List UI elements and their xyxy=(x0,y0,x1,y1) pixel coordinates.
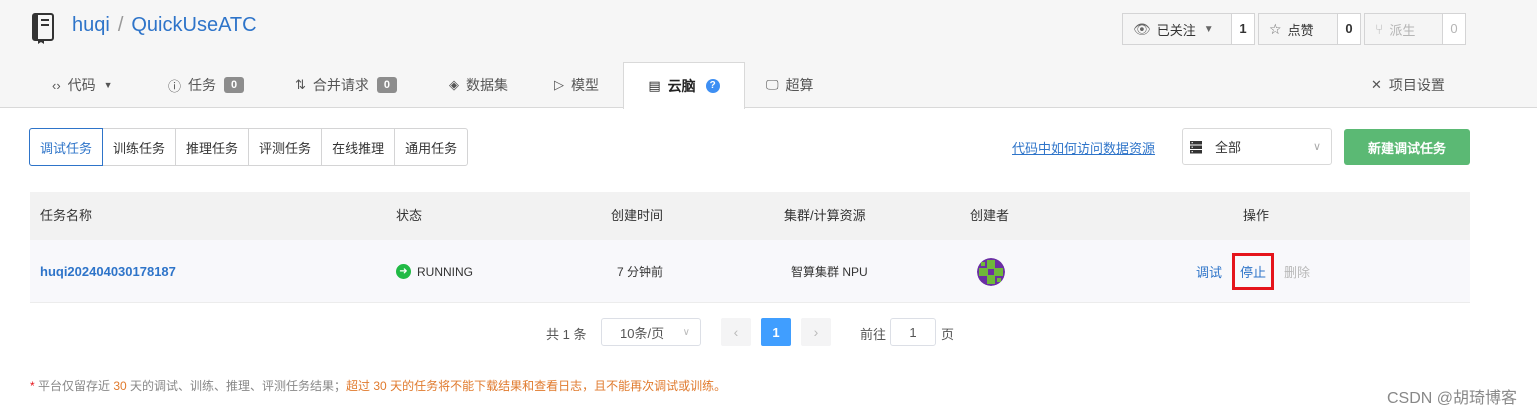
column-header-resource: 集群/计算资源 xyxy=(784,208,866,223)
task-type-evaluate[interactable]: 评测任务 xyxy=(249,129,323,165)
tab-issues[interactable]: ⓘ 任务 0 xyxy=(168,62,245,108)
star-count[interactable]: 0 xyxy=(1338,14,1360,44)
code-icon: ‹› xyxy=(52,77,61,93)
notice-text-1: 平台仅留存近 xyxy=(34,379,114,393)
tab-models[interactable]: ▷ 模型 xyxy=(554,62,599,108)
cluster-filter-value: 全部 xyxy=(1215,140,1242,155)
repo-name-link[interactable]: QuickUseATC xyxy=(131,14,256,36)
notice-text-2: 天的调试、训练、推理、评测任务结果； xyxy=(126,379,347,393)
status-text: RUNNING xyxy=(417,264,473,279)
goto-page-suffix: 页 xyxy=(941,327,955,342)
page-size-select[interactable]: 10条/页 ∨ xyxy=(601,318,701,346)
tab-label: 云脑 xyxy=(667,78,696,94)
prev-page-button[interactable]: ‹ xyxy=(721,318,751,346)
fork-label: 派生 xyxy=(1389,22,1416,38)
fork-count[interactable]: 0 xyxy=(1443,14,1465,44)
page-size-value: 10条/页 xyxy=(620,325,665,341)
task-type-debug[interactable]: 调试任务 xyxy=(29,128,104,166)
created-time: 7 分钟前 xyxy=(617,265,664,279)
issue-icon: ⓘ xyxy=(168,78,182,94)
chevron-down-icon: ▼ xyxy=(103,80,113,90)
csdn-watermark: CSDN @胡琦博客 xyxy=(1387,390,1518,407)
repo-owner-link[interactable]: huqi xyxy=(72,14,110,36)
tab-supercomputing[interactable]: 🖵 超算 xyxy=(766,62,814,108)
creator-avatar[interactable] xyxy=(977,257,1005,286)
tab-label: 任务 xyxy=(188,77,217,93)
tab-pull-requests[interactable]: ⇅ 合并请求 0 xyxy=(295,62,398,108)
data-access-doc-link[interactable]: 代码中如何访问数据资源 xyxy=(1012,138,1155,157)
tab-datasets[interactable]: ◈ 数据集 xyxy=(449,62,508,108)
row-actions: 调试 停止 删除 xyxy=(1196,240,1310,303)
task-name-link[interactable]: huqi202404030178187 xyxy=(40,264,176,279)
tab-project-settings[interactable]: ✕ 项目设置 xyxy=(1371,62,1445,108)
column-header-status: 状态 xyxy=(396,208,423,223)
dataset-icon: ◈ xyxy=(449,77,459,92)
repo-header: huqi / QuickUseATC 👁 已关注 ▼ 1 ☆ 点赞 0 ⑂ 派生 xyxy=(0,0,1537,109)
task-type-online-inference[interactable]: 在线推理 xyxy=(322,129,396,165)
table-row: huqi202404030178187 ➜ RUNNING 7 分钟前 智算集群… xyxy=(30,240,1470,303)
issues-count-badge: 0 xyxy=(224,77,245,93)
chevron-down-icon: ∨ xyxy=(1312,141,1321,153)
task-type-general[interactable]: 通用任务 xyxy=(395,129,467,165)
task-table-header: 任务名称 状态 创建时间 集群/计算资源 创建者 操作 xyxy=(30,192,1470,240)
running-arrow-icon: ➜ xyxy=(396,264,411,279)
eye-icon: 👁 xyxy=(1133,20,1151,37)
tab-label: 超算 xyxy=(785,77,814,93)
goto-page-input[interactable] xyxy=(890,318,936,346)
tools-icon: ✕ xyxy=(1371,77,1382,92)
fork-action: ⑂ 派生 0 xyxy=(1364,13,1466,46)
tab-label: 数据集 xyxy=(466,77,508,93)
watch-label: 已关注 xyxy=(1156,22,1196,38)
column-header-actions: 操作 xyxy=(1243,208,1270,223)
column-header-creator: 创建者 xyxy=(970,208,1010,223)
pull-request-icon: ⇅ xyxy=(295,77,306,92)
tab-label: 代码 xyxy=(67,77,96,93)
help-icon[interactable]: ? xyxy=(705,79,720,93)
server-icon: ▤ xyxy=(648,78,661,93)
debug-button[interactable]: 调试 xyxy=(1196,262,1222,281)
pagination-total: 共 1 条 xyxy=(546,327,587,342)
watch-action: 👁 已关注 ▼ 1 xyxy=(1122,13,1255,46)
retention-notice: * 平台仅留存近 30 天的调试、训练、推理、评测任务结果；超过 30 天的任务… xyxy=(30,377,726,394)
cluster-resource: 智算集群 NPU xyxy=(791,265,868,279)
fork-icon: ⑂ xyxy=(1375,21,1384,37)
task-type-train[interactable]: 训练任务 xyxy=(103,129,177,165)
star-label: 点赞 xyxy=(1287,22,1314,38)
watch-count[interactable]: 1 xyxy=(1232,14,1254,44)
column-header-name: 任务名称 xyxy=(40,208,93,223)
repo-separator: / xyxy=(117,14,124,36)
tab-label: 合并请求 xyxy=(312,77,369,93)
goto-label: 前往 xyxy=(860,327,887,342)
model-icon: ▷ xyxy=(554,77,564,92)
cluster-filter-select[interactable]: 全部 ∨ xyxy=(1182,128,1332,165)
task-type-inference[interactable]: 推理任务 xyxy=(176,129,250,165)
star-icon: ☆ xyxy=(1269,20,1282,37)
server-icon xyxy=(1190,140,1202,153)
repository-book-icon xyxy=(32,13,54,44)
task-type-switcher: 调试任务 训练任务 推理任务 评测任务 在线推理 通用任务 xyxy=(29,128,469,166)
tab-cloudbrain[interactable]: ▤ 云脑 ? xyxy=(623,62,745,109)
page-number-current[interactable]: 1 xyxy=(761,318,791,346)
fork-button[interactable]: ⑂ 派生 xyxy=(1365,14,1443,44)
star-button[interactable]: ☆ 点赞 xyxy=(1259,14,1338,44)
new-debug-task-button[interactable]: 新建调试任务 xyxy=(1344,129,1470,165)
delete-button[interactable]: 删除 xyxy=(1284,262,1310,281)
status-cell: ➜ RUNNING xyxy=(396,240,473,303)
watch-button[interactable]: 👁 已关注 ▼ xyxy=(1123,14,1232,44)
column-header-created: 创建时间 xyxy=(611,208,664,223)
chevron-down-icon: ▼ xyxy=(1203,23,1214,35)
notice-warning: 超过 30 天的任务将不能下载结果和查看日志，且不能再次调试或训练。 xyxy=(346,379,727,393)
repo-title: huqi / QuickUseATC xyxy=(72,14,257,37)
stop-button[interactable]: 停止 xyxy=(1232,253,1275,290)
notice-days: 30 xyxy=(113,379,127,393)
tab-code[interactable]: ‹› 代码 ▼ xyxy=(52,62,113,108)
next-page-button[interactable]: › xyxy=(801,318,831,346)
tab-label: 项目设置 xyxy=(1388,77,1445,93)
star-action: ☆ 点赞 0 xyxy=(1258,13,1361,46)
monitor-icon: 🖵 xyxy=(766,77,779,92)
pull-requests-count-badge: 0 xyxy=(376,77,398,93)
tab-label: 模型 xyxy=(571,77,599,93)
chevron-down-icon: ∨ xyxy=(682,326,690,338)
repo-tabs: ‹› 代码 ▼ ⓘ 任务 0 ⇅ 合并请求 0 ◈ 数据集 ▷ 模型 ▤ 云脑 … xyxy=(0,62,1537,109)
